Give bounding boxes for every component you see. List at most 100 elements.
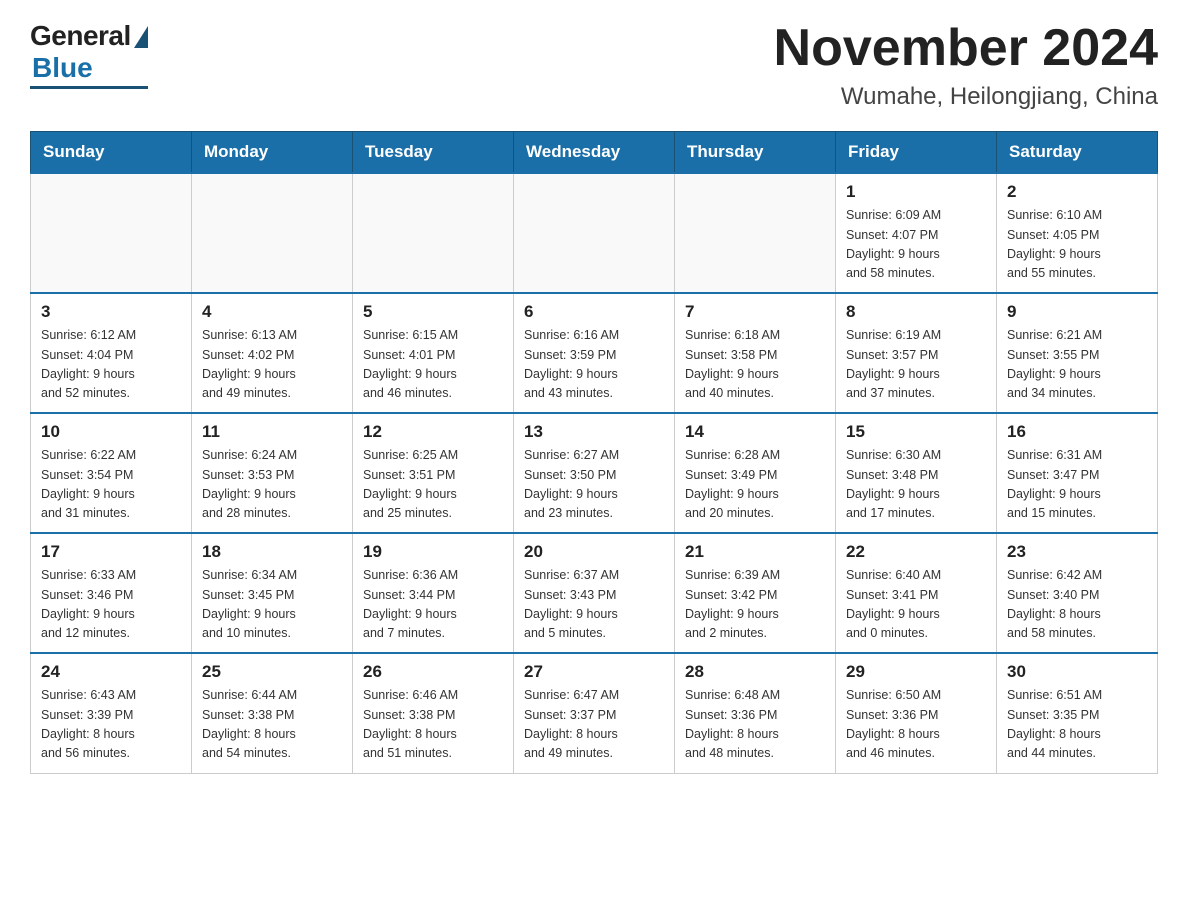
calendar-table: SundayMondayTuesdayWednesdayThursdayFrid… bbox=[30, 131, 1158, 774]
day-number: 21 bbox=[685, 542, 825, 562]
day-info: Sunrise: 6:33 AM Sunset: 3:46 PM Dayligh… bbox=[41, 566, 181, 644]
weekday-sunday: Sunday bbox=[31, 132, 192, 174]
day-number: 16 bbox=[1007, 422, 1147, 442]
calendar-cell: 4Sunrise: 6:13 AM Sunset: 4:02 PM Daylig… bbox=[192, 293, 353, 413]
day-number: 1 bbox=[846, 182, 986, 202]
calendar-cell: 20 Sunrise: 6:37 AM Sunset: 3:43 PM Dayli… bbox=[514, 533, 675, 653]
calendar-cell: 23Sunrise: 6:42 AM Sunset: 3:40 PM Dayli… bbox=[997, 533, 1158, 653]
month-title: November 2024 bbox=[774, 20, 1158, 77]
calendar-cell: 30 Sunrise: 6:51 AM Sunset: 3:35 PM Dayli… bbox=[997, 653, 1158, 773]
calendar-cell: 27 Sunrise: 6:47 AM Sunset: 3:37 PM Dayli… bbox=[514, 653, 675, 773]
calendar-cell: 10 Sunrise: 6:22 AM Sunset: 3:54 PM Dayli… bbox=[31, 413, 192, 533]
day-info: Sunrise: 6:51 AM Sunset: 3:35 PM Dayligh… bbox=[1007, 686, 1147, 764]
day-info: Sunrise: 6:46 AM Sunset: 3:38 PM Dayligh… bbox=[363, 686, 503, 764]
calendar-cell: 5 Sunrise: 6:15 AM Sunset: 4:01 PM Daylig… bbox=[353, 293, 514, 413]
day-number: 11 bbox=[202, 422, 342, 442]
calendar-cell: 3 Sunrise: 6:12 AM Sunset: 4:04 PM Daylig… bbox=[31, 293, 192, 413]
calendar-cell: 26 Sunrise: 6:46 AM Sunset: 3:38 PM Dayli… bbox=[353, 653, 514, 773]
calendar-cell bbox=[514, 173, 675, 293]
calendar-cell bbox=[675, 173, 836, 293]
calendar-cell bbox=[353, 173, 514, 293]
day-info: Sunrise: 6:16 AM Sunset: 3:59 PM Dayligh… bbox=[524, 326, 664, 404]
calendar-cell: 18Sunrise: 6:34 AM Sunset: 3:45 PM Dayli… bbox=[192, 533, 353, 653]
calendar-cell: 16 Sunrise: 6:31 AM Sunset: 3:47 PM Dayli… bbox=[997, 413, 1158, 533]
day-number: 30 bbox=[1007, 662, 1147, 682]
calendar-cell: 11Sunrise: 6:24 AM Sunset: 3:53 PM Dayli… bbox=[192, 413, 353, 533]
day-number: 28 bbox=[685, 662, 825, 682]
day-info: Sunrise: 6:09 AM Sunset: 4:07 PM Dayligh… bbox=[846, 206, 986, 284]
day-info: Sunrise: 6:15 AM Sunset: 4:01 PM Dayligh… bbox=[363, 326, 503, 404]
calendar-cell: 1 Sunrise: 6:09 AM Sunset: 4:07 PM Daylig… bbox=[836, 173, 997, 293]
logo-general-text: General bbox=[30, 20, 131, 52]
calendar-cell bbox=[192, 173, 353, 293]
week-row-4: 17 Sunrise: 6:33 AM Sunset: 3:46 PM Dayli… bbox=[31, 533, 1158, 653]
day-info: Sunrise: 6:44 AM Sunset: 3:38 PM Dayligh… bbox=[202, 686, 342, 764]
day-number: 29 bbox=[846, 662, 986, 682]
day-info: Sunrise: 6:18 AM Sunset: 3:58 PM Dayligh… bbox=[685, 326, 825, 404]
weekday-saturday: Saturday bbox=[997, 132, 1158, 174]
logo-blue-text: Blue bbox=[32, 52, 93, 84]
calendar-cell: 14 Sunrise: 6:28 AM Sunset: 3:49 PM Dayli… bbox=[675, 413, 836, 533]
day-number: 4 bbox=[202, 302, 342, 322]
day-info: Sunrise: 6:34 AM Sunset: 3:45 PM Dayligh… bbox=[202, 566, 342, 644]
calendar-cell: 13Sunrise: 6:27 AM Sunset: 3:50 PM Dayli… bbox=[514, 413, 675, 533]
day-number: 20 bbox=[524, 542, 664, 562]
day-number: 10 bbox=[41, 422, 181, 442]
weekday-header-row: SundayMondayTuesdayWednesdayThursdayFrid… bbox=[31, 132, 1158, 174]
week-row-3: 10 Sunrise: 6:22 AM Sunset: 3:54 PM Dayli… bbox=[31, 413, 1158, 533]
day-number: 17 bbox=[41, 542, 181, 562]
day-info: Sunrise: 6:50 AM Sunset: 3:36 PM Dayligh… bbox=[846, 686, 986, 764]
calendar-cell: 29 Sunrise: 6:50 AM Sunset: 3:36 PM Dayli… bbox=[836, 653, 997, 773]
calendar-cell: 28 Sunrise: 6:48 AM Sunset: 3:36 PM Dayli… bbox=[675, 653, 836, 773]
page-header: General Blue November 2024 Wumahe, Heilo… bbox=[30, 20, 1158, 111]
calendar-cell: 12 Sunrise: 6:25 AM Sunset: 3:51 PM Dayli… bbox=[353, 413, 514, 533]
calendar-cell: 6Sunrise: 6:16 AM Sunset: 3:59 PM Daylig… bbox=[514, 293, 675, 413]
day-info: Sunrise: 6:36 AM Sunset: 3:44 PM Dayligh… bbox=[363, 566, 503, 644]
week-row-2: 3 Sunrise: 6:12 AM Sunset: 4:04 PM Daylig… bbox=[31, 293, 1158, 413]
weekday-thursday: Thursday bbox=[675, 132, 836, 174]
logo: General Blue bbox=[30, 20, 148, 89]
day-info: Sunrise: 6:30 AM Sunset: 3:48 PM Dayligh… bbox=[846, 446, 986, 524]
week-row-1: 1 Sunrise: 6:09 AM Sunset: 4:07 PM Daylig… bbox=[31, 173, 1158, 293]
calendar-cell: 9Sunrise: 6:21 AM Sunset: 3:55 PM Daylig… bbox=[997, 293, 1158, 413]
weekday-monday: Monday bbox=[192, 132, 353, 174]
day-number: 7 bbox=[685, 302, 825, 322]
day-info: Sunrise: 6:40 AM Sunset: 3:41 PM Dayligh… bbox=[846, 566, 986, 644]
day-info: Sunrise: 6:39 AM Sunset: 3:42 PM Dayligh… bbox=[685, 566, 825, 644]
day-number: 27 bbox=[524, 662, 664, 682]
calendar-cell: 2Sunrise: 6:10 AM Sunset: 4:05 PM Daylig… bbox=[997, 173, 1158, 293]
calendar-cell: 7 Sunrise: 6:18 AM Sunset: 3:58 PM Daylig… bbox=[675, 293, 836, 413]
day-info: Sunrise: 6:12 AM Sunset: 4:04 PM Dayligh… bbox=[41, 326, 181, 404]
day-number: 22 bbox=[846, 542, 986, 562]
calendar-cell: 8 Sunrise: 6:19 AM Sunset: 3:57 PM Daylig… bbox=[836, 293, 997, 413]
day-info: Sunrise: 6:48 AM Sunset: 3:36 PM Dayligh… bbox=[685, 686, 825, 764]
day-info: Sunrise: 6:37 AM Sunset: 3:43 PM Dayligh… bbox=[524, 566, 664, 644]
day-info: Sunrise: 6:19 AM Sunset: 3:57 PM Dayligh… bbox=[846, 326, 986, 404]
calendar-cell bbox=[31, 173, 192, 293]
day-info: Sunrise: 6:25 AM Sunset: 3:51 PM Dayligh… bbox=[363, 446, 503, 524]
calendar-cell: 17 Sunrise: 6:33 AM Sunset: 3:46 PM Dayli… bbox=[31, 533, 192, 653]
day-number: 13 bbox=[524, 422, 664, 442]
day-number: 25 bbox=[202, 662, 342, 682]
location-title: Wumahe, Heilongjiang, China bbox=[774, 83, 1158, 111]
day-info: Sunrise: 6:10 AM Sunset: 4:05 PM Dayligh… bbox=[1007, 206, 1147, 284]
day-number: 12 bbox=[363, 422, 503, 442]
day-info: Sunrise: 6:22 AM Sunset: 3:54 PM Dayligh… bbox=[41, 446, 181, 524]
day-info: Sunrise: 6:28 AM Sunset: 3:49 PM Dayligh… bbox=[685, 446, 825, 524]
logo-underline bbox=[30, 86, 148, 89]
day-number: 3 bbox=[41, 302, 181, 322]
day-number: 19 bbox=[363, 542, 503, 562]
calendar-cell: 22 Sunrise: 6:40 AM Sunset: 3:41 PM Dayli… bbox=[836, 533, 997, 653]
day-number: 24 bbox=[41, 662, 181, 682]
day-info: Sunrise: 6:21 AM Sunset: 3:55 PM Dayligh… bbox=[1007, 326, 1147, 404]
day-number: 26 bbox=[363, 662, 503, 682]
calendar-cell: 15Sunrise: 6:30 AM Sunset: 3:48 PM Dayli… bbox=[836, 413, 997, 533]
day-number: 8 bbox=[846, 302, 986, 322]
day-number: 14 bbox=[685, 422, 825, 442]
weekday-wednesday: Wednesday bbox=[514, 132, 675, 174]
day-info: Sunrise: 6:47 AM Sunset: 3:37 PM Dayligh… bbox=[524, 686, 664, 764]
calendar-cell: 24Sunrise: 6:43 AM Sunset: 3:39 PM Dayli… bbox=[31, 653, 192, 773]
title-area: November 2024 Wumahe, Heilongjiang, Chin… bbox=[774, 20, 1158, 111]
day-number: 5 bbox=[363, 302, 503, 322]
day-info: Sunrise: 6:31 AM Sunset: 3:47 PM Dayligh… bbox=[1007, 446, 1147, 524]
